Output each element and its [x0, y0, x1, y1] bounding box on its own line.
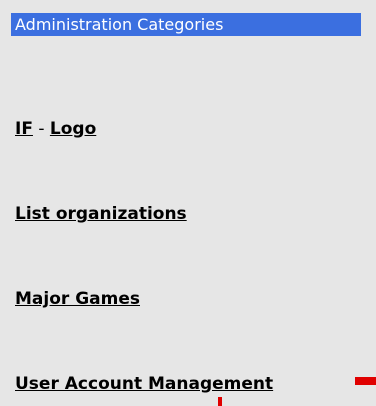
major-games-row: Major Games — [15, 288, 140, 310]
if-logo-separator: - — [38, 119, 45, 139]
if-link[interactable]: IF — [15, 119, 33, 139]
logo-link[interactable]: Logo — [50, 119, 96, 139]
user-account-management-link[interactable]: User Account Management — [15, 374, 273, 394]
list-organizations-link[interactable]: List organizations — [15, 204, 187, 224]
admin-categories-header: Administration Categories — [11, 13, 361, 36]
red-marker-dot — [218, 397, 222, 406]
major-games-link[interactable]: Major Games — [15, 289, 140, 309]
red-marker-bar — [355, 377, 376, 385]
admin-categories-title: Administration Categories — [15, 15, 224, 34]
if-logo-row: IF - Logo — [15, 118, 96, 140]
user-account-management-row: User Account Management — [15, 373, 273, 395]
list-organizations-row: List organizations — [15, 203, 187, 225]
